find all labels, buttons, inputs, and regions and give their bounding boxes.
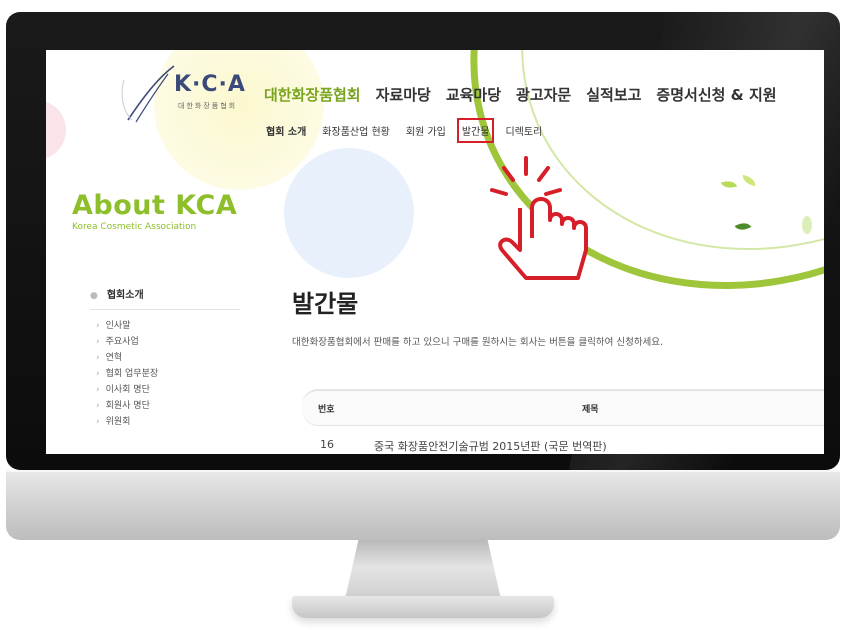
sub-nav: 협회 소개 화장품산업 현황 회원 가입 발간물 디렉토리 (266, 118, 542, 143)
column-header-number: 번호 (318, 405, 335, 415)
page-title: 발간물 (292, 290, 359, 318)
nav-certificates[interactable]: 증명서신청 & 지원 (656, 84, 776, 105)
column-header-title: 제목 (582, 405, 599, 415)
sidebar-item-duties[interactable]: 협회 업무분장 (96, 366, 159, 382)
subnav-industry[interactable]: 화장품산업 현황 (322, 123, 390, 138)
about-title: About KCA (72, 190, 238, 221)
subnav-publications[interactable]: 발간물 (456, 118, 495, 143)
nav-education[interactable]: 교육마당 (446, 84, 501, 105)
subnav-directory[interactable]: 디렉토리 (505, 123, 542, 138)
sidebar-item-history[interactable]: 연혁 (96, 350, 158, 366)
logo-subtitle: 대한화장품협회 (178, 102, 238, 110)
nav-resources[interactable]: 자료마당 (376, 84, 431, 105)
bg-circle-blue (284, 148, 414, 278)
subnav-join[interactable]: 회원 가입 (406, 123, 446, 138)
leaf-icon (802, 216, 812, 234)
bg-circle-pink (46, 100, 66, 160)
tap-hand-icon (490, 156, 588, 280)
sidebar-list: 인사말 주요사업 연혁 협회 업무분장 이사회 명단 회원사 명단 위원회 (96, 318, 159, 430)
sidebar-heading[interactable]: ● 협회소개 (90, 286, 240, 310)
sidebar-item-board[interactable]: 이사회 명단 (96, 382, 158, 398)
row-number: 16 (320, 438, 334, 451)
monitor-bezel: K·C·A 대한화장품협회 대한화장품협회 자료마당 교육마당 광고자문 실적보… (6, 12, 840, 470)
table-row[interactable]: 16 중국 화장품안전기술규범 2015년판 (국문 번역판) (302, 434, 824, 454)
sidebar-item-members[interactable]: 회원사 명단 (96, 398, 158, 414)
intro-text: 대한화장품협회에서 판매를 하고 있으니 구매를 원하시는 회사는 버튼을 클릭… (292, 337, 664, 348)
monitor-stand-neck (344, 540, 502, 600)
monitor-chin (6, 470, 840, 540)
row-title-link[interactable]: 중국 화장품안전기술규범 2015년판 (국문 번역판) (374, 438, 607, 454)
nav-kca[interactable]: 대한화장품협회 (264, 84, 361, 105)
logo-letters: K·C·A (174, 72, 246, 97)
sidebar-item-committee[interactable]: 위원회 (96, 414, 158, 430)
bullet-icon: ● (90, 291, 98, 301)
sidebar-heading-label: 협회소개 (106, 290, 144, 301)
monitor-stand-foot (292, 596, 554, 618)
sidebar-item-greeting[interactable]: 인사말 (96, 318, 158, 334)
subnav-about[interactable]: 협회 소개 (266, 123, 306, 138)
about-subtitle: Korea Cosmetic Association (72, 222, 197, 232)
table-header: 번호 제목 (302, 389, 824, 426)
kca-logo[interactable]: K·C·A 대한화장품협회 (116, 60, 256, 130)
nav-ad-advice[interactable]: 광고자문 (516, 84, 571, 105)
website-screen: K·C·A 대한화장품협회 대한화장품협회 자료마당 교육마당 광고자문 실적보… (46, 50, 824, 454)
main-nav: 대한화장품협회 자료마당 교육마당 광고자문 실적보고 증명서신청 & 지원 (264, 84, 777, 105)
nav-reports[interactable]: 실적보고 (586, 84, 641, 105)
sidebar-item-business[interactable]: 주요사업 (96, 334, 158, 350)
